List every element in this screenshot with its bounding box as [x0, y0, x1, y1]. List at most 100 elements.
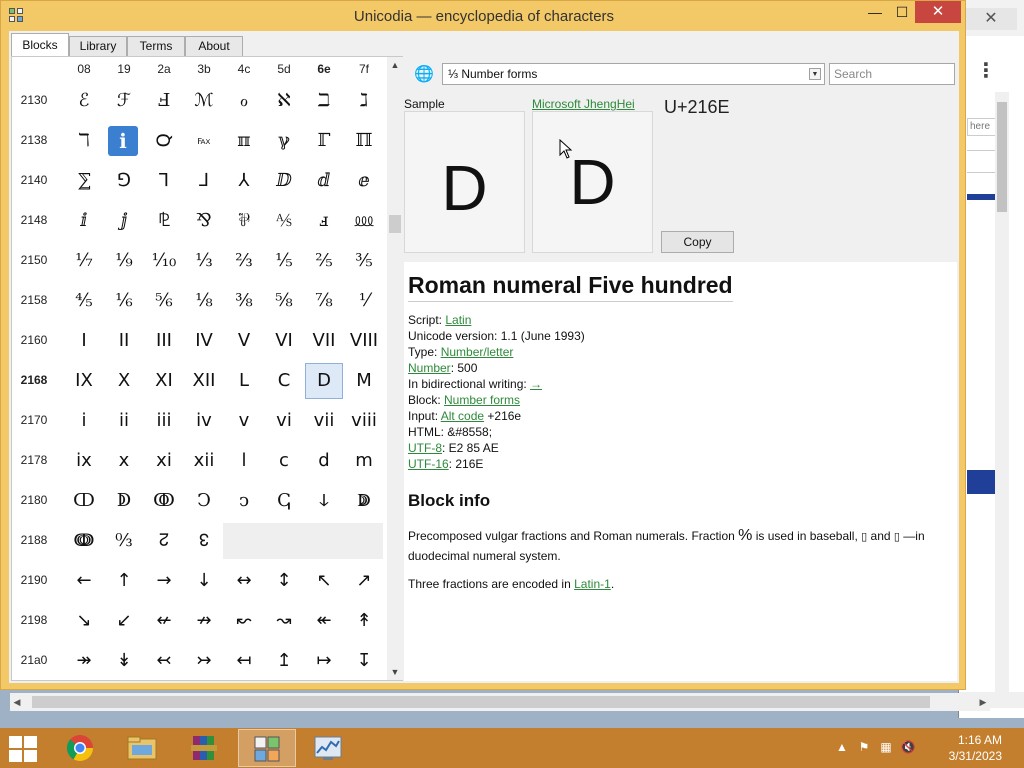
character-cell[interactable]: ↅ — [265, 483, 303, 519]
number-link[interactable]: Number — [408, 361, 451, 375]
background-vertical-scrollbar[interactable] — [995, 92, 1009, 692]
character-cell[interactable]: ℴ — [225, 83, 263, 119]
character-cell[interactable]: ⅖ — [305, 243, 343, 279]
character-cell[interactable]: VII — [305, 323, 343, 359]
character-cell[interactable]: ℾ — [305, 123, 343, 159]
character-cell[interactable]: ⅛ — [185, 283, 223, 319]
character-cell[interactable]: ⅍ — [265, 203, 303, 239]
character-cell[interactable]: ⅂ — [145, 163, 183, 199]
search-input[interactable] — [829, 63, 955, 85]
character-cell[interactable]: ⅌ — [225, 203, 263, 239]
character-cell[interactable]: → — [145, 563, 183, 599]
character-cell[interactable]: ℿ — [345, 123, 383, 159]
character-cell[interactable]: ⅚ — [145, 283, 183, 319]
character-cell[interactable]: ↊ — [145, 523, 183, 559]
globe-icon[interactable]: 🌐 — [412, 64, 436, 86]
character-cell[interactable]: ↄ — [225, 483, 263, 519]
character-cell[interactable]: ⅓ — [185, 243, 223, 279]
character-cell[interactable]: i — [65, 403, 103, 439]
character-cell[interactable]: ↁ — [105, 483, 143, 519]
character-cell[interactable]: ⅆ — [305, 163, 343, 199]
character-cell[interactable]: ℸ — [65, 123, 103, 159]
character-cell[interactable]: vii — [305, 403, 343, 439]
character-cell[interactable]: ↢ — [145, 643, 183, 679]
taskbar-unicodia[interactable] — [238, 729, 296, 767]
character-cell[interactable]: xi — [145, 443, 183, 479]
character-cell[interactable]: ↀ — [65, 483, 103, 519]
character-cell[interactable]: ℵ — [265, 83, 303, 119]
minimize-button[interactable]: — — [861, 1, 889, 23]
character-cell[interactable]: ↈ — [65, 523, 103, 559]
taskbar-performance-monitor[interactable] — [300, 729, 358, 767]
horizontal-scroll-thumb[interactable] — [32, 696, 930, 708]
character-cell[interactable]: ↡ — [105, 643, 143, 679]
windows-start-icon[interactable] — [6, 733, 40, 763]
character-cell[interactable]: ⅐ — [65, 243, 103, 279]
character-cell[interactable]: ↜ — [225, 603, 263, 639]
block-link[interactable]: Number forms — [444, 393, 520, 407]
character-cell[interactable]: ⅃ — [185, 163, 223, 199]
character-cell[interactable]: ℰ — [65, 83, 103, 119]
character-cell[interactable]: ↣ — [185, 643, 223, 679]
character-cell[interactable]: d — [305, 443, 343, 479]
scroll-up-arrow-icon[interactable]: ▲ — [387, 57, 403, 73]
copy-button[interactable]: Copy — [661, 231, 734, 253]
character-cell[interactable]: ↦ — [305, 643, 343, 679]
character-cell[interactable]: c — [265, 443, 303, 479]
type-link[interactable]: Number/letter — [441, 345, 514, 359]
character-cell[interactable]: vi — [265, 403, 303, 439]
character-cell[interactable]: ↠ — [65, 643, 103, 679]
horizontal-scrollbar[interactable]: ◀ ▶ — [10, 693, 990, 711]
character-cell[interactable]: ⅎ — [305, 203, 343, 239]
character-cell[interactable]: ↚ — [145, 603, 183, 639]
grid-scroll-thumb[interactable] — [389, 215, 401, 233]
character-cell[interactable]: ℳ — [185, 83, 223, 119]
character-cell[interactable]: ℶ — [305, 83, 343, 119]
character-cell[interactable]: ↞ — [305, 603, 343, 639]
chevron-down-icon[interactable]: ▼ — [809, 68, 821, 80]
background-menu-icon[interactable]: ⋮ — [975, 58, 997, 84]
character-cell[interactable]: ⅁ — [105, 163, 143, 199]
close-button[interactable]: ✕ — [915, 1, 961, 23]
scroll-left-arrow-icon[interactable]: ◀ — [10, 693, 24, 711]
character-cell[interactable]: ⅋ — [185, 203, 223, 239]
scroll-right-arrow-icon[interactable]: ▶ — [976, 693, 990, 711]
character-cell[interactable]: ↘ — [65, 603, 103, 639]
taskbar-winrar[interactable] — [176, 729, 234, 767]
character-cell[interactable]: ↓ — [185, 563, 223, 599]
action-center-flag-icon[interactable]: ⚑ — [856, 739, 872, 755]
character-cell[interactable]: ⅀ — [65, 163, 103, 199]
character-cell[interactable]: ⅊ — [145, 203, 183, 239]
character-cell[interactable]: ↛ — [185, 603, 223, 639]
character-cell[interactable]: ← — [65, 563, 103, 599]
script-link[interactable]: Latin — [445, 313, 471, 327]
character-cell[interactable]: ix — [65, 443, 103, 479]
character-cell[interactable]: ⅝ — [265, 283, 303, 319]
character-cell[interactable]: iv — [185, 403, 223, 439]
grid-vertical-scrollbar[interactable]: ▲ ▼ — [387, 57, 403, 680]
background-browser-window[interactable]: ✕ ⋮ here — [958, 0, 1024, 718]
character-cell[interactable]: ↝ — [265, 603, 303, 639]
character-cell[interactable]: ⅜ — [225, 283, 263, 319]
utf16-link[interactable]: UTF-16 — [408, 457, 449, 471]
character-cell[interactable]: IV — [185, 323, 223, 359]
character-cell[interactable]: l — [225, 443, 263, 479]
character-cell[interactable]: ⅗ — [345, 243, 383, 279]
character-cell[interactable]: ⅔ — [225, 243, 263, 279]
title-bar[interactable]: Unicodia — encyclopedia of characters — … — [1, 1, 967, 31]
character-cell[interactable]: ℹ — [108, 126, 138, 156]
character-cell[interactable]: ℷ — [345, 83, 383, 119]
character-cell[interactable]: ↥ — [265, 643, 303, 679]
character-cell[interactable]: ↆ — [305, 483, 343, 519]
background-scroll-thumb[interactable] — [997, 102, 1007, 212]
clock-time[interactable]: 1:16 AM — [958, 733, 1002, 747]
character-cell[interactable]: IX — [65, 363, 103, 399]
bidi-link[interactable]: → — [530, 377, 542, 391]
character-cell[interactable]: ⅏ — [345, 203, 383, 239]
alt-code-link[interactable]: Alt code — [441, 409, 484, 423]
character-cell[interactable]: ↑ — [105, 563, 143, 599]
character-cell[interactable]: ℻ — [185, 123, 223, 159]
network-icon[interactable]: ▦ — [878, 739, 894, 755]
character-cell[interactable]: C — [265, 363, 303, 399]
tab-blocks[interactable]: Blocks — [11, 33, 69, 58]
